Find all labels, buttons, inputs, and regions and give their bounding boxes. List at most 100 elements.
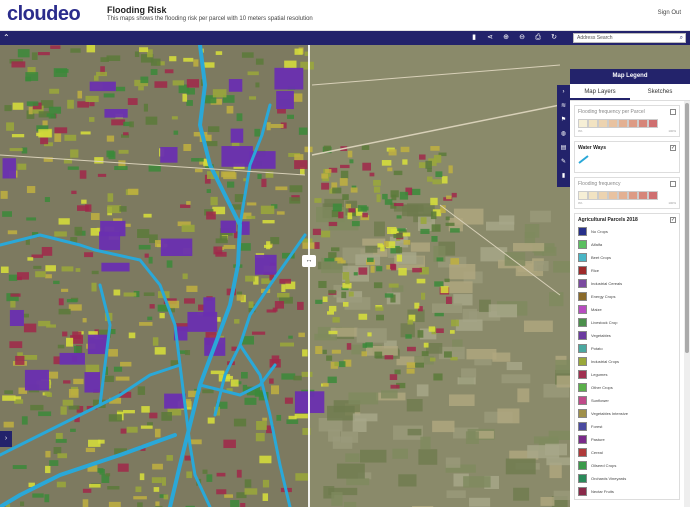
map-parcel	[8, 274, 18, 281]
share-icon[interactable]: ⋖	[482, 31, 498, 45]
swipe-divider[interactable]	[308, 45, 310, 507]
map-parcel	[91, 282, 97, 292]
map-parcel	[260, 205, 275, 215]
chevron-up-icon[interactable]: ⌃	[3, 31, 10, 45]
map-parcel	[202, 469, 208, 474]
map-parcel	[492, 352, 511, 362]
map-parcel	[328, 252, 337, 259]
map-parcel	[46, 113, 55, 117]
scroll-thumb[interactable]	[685, 103, 689, 353]
tab-map-layers[interactable]: Map Layers	[570, 84, 630, 100]
layers-icon[interactable]: ≋	[557, 99, 570, 113]
map-parcel	[259, 455, 272, 464]
sign-out-link[interactable]: Sign Out	[658, 10, 681, 16]
zoom-in-icon[interactable]: ⊕	[498, 31, 514, 45]
legend-class-row: Oilseed Crops	[578, 460, 676, 470]
map-parcel	[416, 278, 426, 284]
chart-icon[interactable]: ▤	[557, 141, 570, 155]
map-parcel	[335, 257, 343, 261]
chevron-right-icon[interactable]: ›	[557, 85, 570, 99]
globe-icon[interactable]: ◍	[557, 127, 570, 141]
map-parcel	[183, 57, 194, 62]
map-parcel	[123, 410, 135, 414]
map-parcel	[420, 217, 427, 224]
swipe-handle[interactable]: ↔	[302, 255, 316, 267]
water-ways-checkbox[interactable]: ✓	[670, 145, 676, 151]
map-parcel	[133, 496, 147, 500]
map-parcel	[0, 266, 9, 274]
map-parcel	[302, 349, 308, 357]
map-parcel	[89, 81, 116, 92]
legend-class-row: Vegetables Intensive	[578, 408, 676, 418]
flood-frequency-checkbox[interactable]	[670, 181, 676, 187]
legend-class-row: Sunflower	[578, 395, 676, 405]
map-parcel	[186, 285, 198, 292]
map-parcel	[40, 137, 49, 145]
map-parcel	[67, 99, 74, 109]
map-parcel	[85, 95, 99, 103]
map-parcel	[248, 301, 254, 308]
map-parcel	[103, 93, 115, 98]
map-parcel	[338, 211, 344, 219]
legend-swatch	[578, 486, 587, 496]
map-parcel	[45, 450, 51, 458]
map-parcel	[353, 272, 358, 276]
map-parcel	[321, 182, 330, 190]
map-parcel	[138, 86, 144, 91]
flag-icon[interactable]: ⚑	[557, 113, 570, 127]
map-parcel	[244, 479, 252, 488]
bookmark-icon[interactable]: ▮	[557, 169, 570, 183]
map-parcel	[139, 47, 149, 53]
legend-body: Flooding frequency per Parcel 0% 100% Wat…	[570, 101, 684, 507]
map-parcel	[160, 147, 178, 163]
parcels-checkbox[interactable]: ✓	[670, 217, 676, 223]
map-parcel	[389, 374, 398, 381]
map-parcel	[374, 221, 385, 237]
search-input[interactable]: Address Search ⌕	[573, 33, 686, 43]
map-parcel	[100, 57, 109, 62]
chevron-right-icon[interactable]: ›	[0, 431, 12, 447]
map-parcel	[451, 319, 459, 327]
map-parcel	[262, 479, 270, 488]
map-parcel	[255, 58, 264, 65]
legend-class-label: Oilseed Crops	[591, 462, 617, 468]
legend-class-row: Vegetables	[578, 330, 676, 340]
map-parcel	[347, 212, 353, 220]
map-parcel	[416, 384, 429, 397]
legend-class-label: Pasture	[591, 436, 605, 442]
map-parcel	[206, 474, 213, 482]
zoom-out-icon[interactable]: ⊖	[514, 31, 530, 45]
refresh-icon[interactable]: ↻	[546, 31, 562, 45]
ramp-swatch	[628, 191, 638, 200]
map-parcel	[350, 187, 358, 193]
tab-sketches[interactable]: Sketches	[630, 84, 690, 100]
legend-swatch	[578, 330, 587, 340]
map-parcel	[393, 233, 403, 239]
map-parcel	[405, 334, 412, 339]
legend-class-label: Forest	[591, 423, 603, 429]
map-parcel	[382, 193, 388, 200]
map-parcel	[463, 476, 491, 488]
legend-swatch	[578, 447, 587, 457]
map-parcel	[71, 190, 77, 195]
map-parcel	[206, 211, 216, 220]
map-parcel	[113, 366, 123, 372]
map-parcel	[398, 474, 417, 487]
flood-parcel-checkbox[interactable]	[670, 109, 676, 115]
map-parcel	[376, 194, 381, 203]
search-icon[interactable]: ⌕	[680, 34, 683, 42]
map-parcel	[380, 390, 398, 399]
map-parcel	[149, 412, 158, 419]
map-parcel	[513, 243, 545, 252]
pencil-icon[interactable]: ✎	[557, 155, 570, 169]
map-parcel	[236, 113, 243, 122]
legend-class-label: Livestock Crop	[591, 319, 618, 325]
map-parcel	[387, 226, 397, 235]
map-parcel	[213, 246, 223, 255]
bookmark-icon[interactable]: ▮	[466, 31, 482, 45]
map-parcel	[28, 106, 33, 115]
print-icon[interactable]: ⎙	[530, 31, 546, 45]
legend-scrollbar[interactable]	[684, 101, 690, 507]
map-parcel	[38, 320, 51, 327]
map-parcel	[407, 428, 422, 436]
